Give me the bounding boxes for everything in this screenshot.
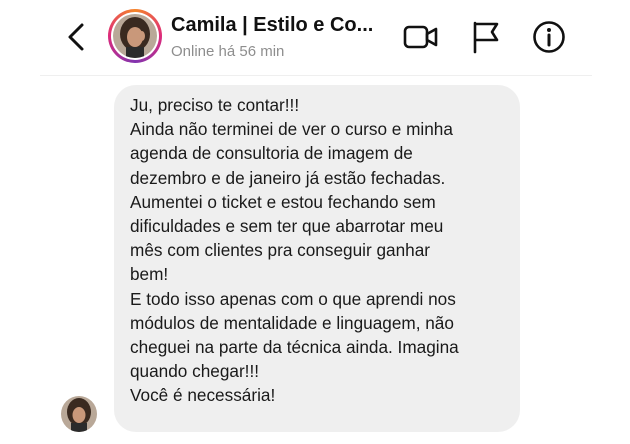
message-line: E todo isso apenas com o que aprendi nos [130, 288, 456, 309]
contact-name[interactable]: Camila | Estilo e Co... [171, 14, 373, 37]
sender-avatar[interactable] [61, 396, 97, 432]
profile-avatar[interactable] [108, 9, 162, 63]
header-divider [40, 75, 592, 76]
chat-header: Camila | Estilo e Co... Online há 56 min [0, 0, 630, 76]
message-line: bem! [130, 264, 169, 285]
message-line: dificuldades e sem ter que abarrotar meu [130, 216, 444, 237]
profile-photo [113, 14, 157, 58]
message-line: módulos de mentalidade e linguagem, não [130, 312, 454, 333]
chevron-left-icon[interactable] [60, 20, 94, 54]
message-line: mês com clientes pra conseguir ganhar [130, 240, 430, 261]
video-call-icon[interactable] [403, 22, 439, 52]
online-status: Online há 56 min [171, 43, 285, 60]
message-line: dezembro e de janeiro já estão fechadas. [130, 167, 446, 188]
message-bubble[interactable]: Ju, preciso te contar!!! Ainda não termi… [114, 85, 520, 432]
message-line: Ainda não terminei de ver o curso e minh… [130, 119, 453, 140]
info-icon[interactable] [532, 20, 566, 54]
flag-icon[interactable] [471, 20, 501, 54]
message-line: quando chegar!!! [130, 361, 260, 382]
message-line: agenda de consultoria de imagem de [130, 143, 413, 164]
message-line: cheguei na parte da técnica ainda. Imagi… [130, 337, 459, 358]
message-line: Ju, preciso te contar!!! [130, 95, 300, 115]
message-line: Aumentei o ticket e estou fechando sem [130, 191, 436, 212]
message-line: Você é necessária! [130, 385, 276, 406]
